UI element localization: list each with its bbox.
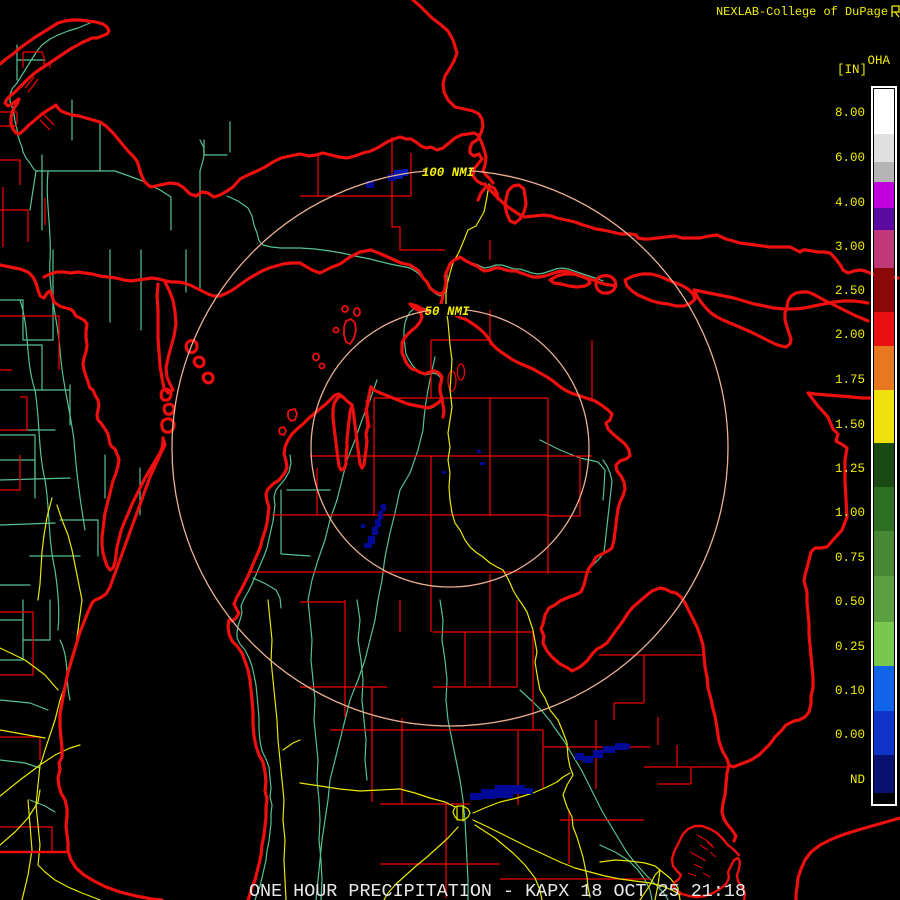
svg-text:0.00: 0.00 (835, 728, 865, 742)
svg-text:NEXLAB-College of DuPage: NEXLAB-College of DuPage (716, 5, 888, 19)
svg-text:50 NMI: 50 NMI (424, 305, 470, 319)
svg-text:0.75: 0.75 (835, 551, 865, 565)
svg-text:ND: ND (850, 773, 865, 787)
svg-text:100 NMI: 100 NMI (422, 166, 475, 180)
svg-text:8.00: 8.00 (835, 106, 865, 120)
svg-text:1.25: 1.25 (835, 462, 865, 476)
svg-text:OHA: OHA (867, 54, 890, 68)
svg-text:ONE HOUR PRECIPITATION - KAPX: ONE HOUR PRECIPITATION - KAPX 18 OCT 25 … (249, 881, 746, 900)
svg-text:0.50: 0.50 (835, 595, 865, 609)
svg-text:0.10: 0.10 (835, 684, 865, 698)
svg-text:1.00: 1.00 (835, 506, 865, 520)
svg-text:4.00: 4.00 (835, 196, 865, 210)
svg-text:1.75: 1.75 (835, 373, 865, 387)
svg-text:2.00: 2.00 (835, 328, 865, 342)
svg-text:3.00: 3.00 (835, 240, 865, 254)
svg-text:[IN]: [IN] (837, 63, 867, 77)
svg-text:1.50: 1.50 (835, 418, 865, 432)
svg-text:2.50: 2.50 (835, 284, 865, 298)
svg-text:6.00: 6.00 (835, 151, 865, 165)
svg-text:0.25: 0.25 (835, 640, 865, 654)
